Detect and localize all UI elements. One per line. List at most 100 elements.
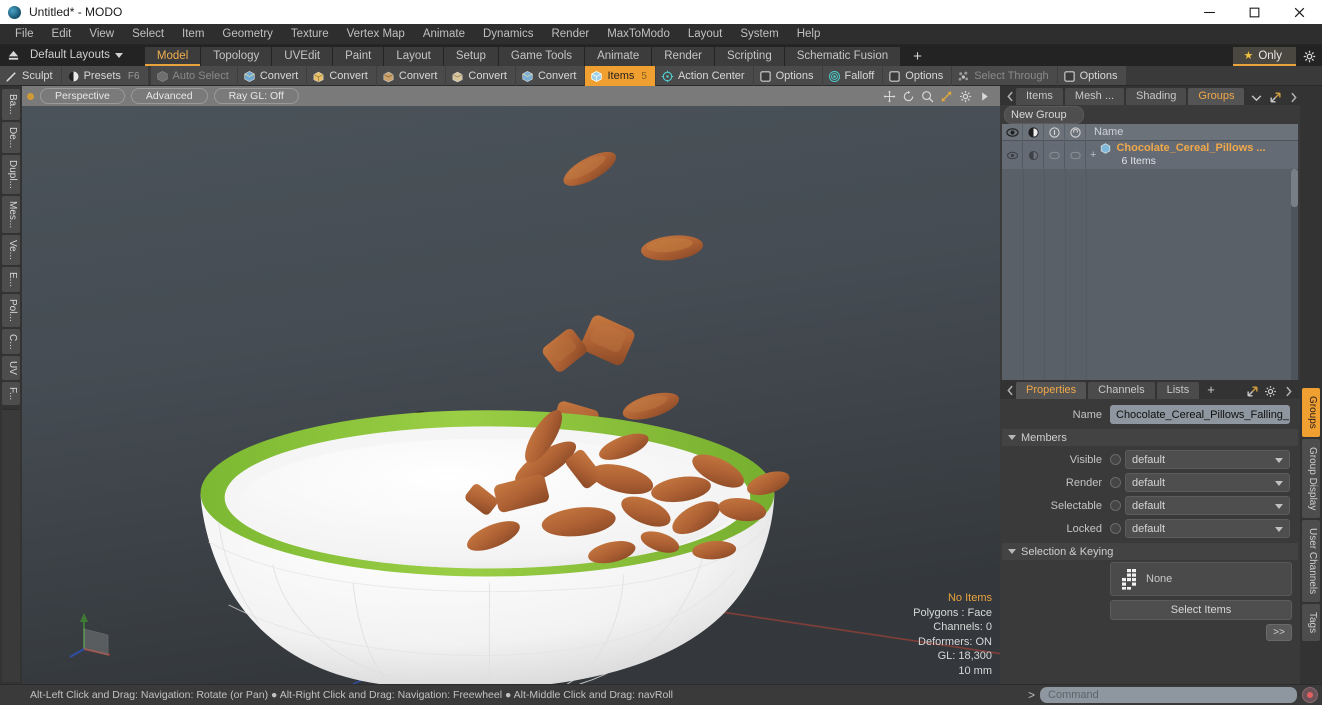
convert-button-1[interactable]: Convert: [238, 66, 308, 86]
menu-help[interactable]: Help: [788, 24, 830, 45]
convert-button-2[interactable]: Convert: [307, 66, 377, 86]
select-through-button[interactable]: Select Through: [952, 66, 1058, 86]
rotate-icon[interactable]: [902, 90, 915, 103]
menu-animate[interactable]: Animate: [414, 24, 474, 45]
items-mode-button[interactable]: Items 5: [585, 66, 656, 86]
row-info-toggle[interactable]: [1044, 141, 1065, 169]
only-toggle[interactable]: ★ Only: [1233, 47, 1296, 66]
chevron-right-icon-props[interactable]: [1282, 385, 1295, 398]
gear-icon[interactable]: [1296, 47, 1322, 66]
menu-layout[interactable]: Layout: [679, 24, 732, 45]
default-layouts-dropdown[interactable]: Default Layouts: [26, 45, 133, 66]
viewport-shading-dropdown[interactable]: Advanced: [130, 88, 208, 104]
row-render-toggle[interactable]: [1023, 141, 1044, 169]
tab-lists[interactable]: Lists: [1156, 382, 1200, 399]
right-rail-tab-groups[interactable]: Groups: [1302, 388, 1320, 437]
zoom-icon[interactable]: [921, 90, 934, 103]
tab-render[interactable]: Render: [652, 47, 714, 66]
menu-texture[interactable]: Texture: [282, 24, 338, 45]
chevron-left-icon-props[interactable]: [1004, 382, 1016, 399]
add-properties-tab-button[interactable]: +: [1201, 382, 1223, 399]
menu-vertex-map[interactable]: Vertex Map: [338, 24, 414, 45]
members-section-header[interactable]: Members: [1002, 429, 1298, 446]
render-indicator[interactable]: [1110, 477, 1121, 488]
locked-dropdown[interactable]: default: [1125, 519, 1290, 538]
menu-select[interactable]: Select: [123, 24, 173, 45]
viewport-raygl-dropdown[interactable]: Ray GL: Off: [213, 88, 299, 104]
presets-button[interactable]: Presets F6: [62, 66, 148, 86]
menu-maxtomodo[interactable]: MaxToModo: [598, 24, 679, 45]
record-icon[interactable]: [1302, 687, 1318, 703]
tab-setup[interactable]: Setup: [443, 47, 498, 66]
falloff-button[interactable]: Falloff: [823, 66, 884, 86]
expand-icon-props[interactable]: [1246, 385, 1259, 398]
options-button-3[interactable]: Options: [1058, 66, 1126, 86]
locked-indicator[interactable]: [1110, 523, 1121, 534]
tab-layout[interactable]: Layout: [384, 47, 443, 66]
column-info-icon[interactable]: [1044, 123, 1065, 141]
move-icon[interactable]: [883, 90, 896, 103]
scrollbar-thumb[interactable]: [1291, 169, 1298, 207]
right-rail-tab-tags[interactable]: Tags: [1302, 604, 1320, 642]
row-lock-toggle[interactable]: [1065, 141, 1086, 169]
tab-game-tools[interactable]: Game Tools: [498, 47, 585, 66]
menu-item[interactable]: Item: [173, 24, 213, 45]
name-input[interactable]: Chocolate_Cereal_Pillows_Falling_: [1110, 405, 1290, 424]
tab-overflow-menu[interactable]: [1246, 91, 1269, 105]
tab-schematic-fusion[interactable]: Schematic Fusion: [784, 47, 901, 66]
new-group-button[interactable]: New Group: [1004, 105, 1084, 124]
selection-keying-section-header[interactable]: Selection & Keying: [1002, 543, 1298, 560]
tab-uvedit[interactable]: UVEdit: [272, 47, 333, 66]
visible-dropdown[interactable]: default: [1125, 450, 1290, 469]
menu-geometry[interactable]: Geometry: [213, 24, 282, 45]
tab-properties[interactable]: Properties: [1016, 382, 1087, 399]
viewport-3d-scene[interactable]: No Items Polygons : Face Channels: 0 Def…: [22, 106, 1000, 684]
tab-items[interactable]: Items: [1016, 88, 1063, 105]
selection-set-box[interactable]: None: [1110, 562, 1292, 596]
menu-dynamics[interactable]: Dynamics: [474, 24, 542, 45]
convert-button-3[interactable]: Convert: [377, 66, 447, 86]
menu-view[interactable]: View: [80, 24, 123, 45]
visible-indicator[interactable]: [1110, 454, 1121, 465]
left-rail-tab-polygon[interactable]: Pol...: [2, 293, 20, 327]
home-eject-icon[interactable]: [0, 45, 26, 66]
groups-list-scrollbar[interactable]: [1291, 169, 1298, 380]
column-eye-icon[interactable]: [1002, 123, 1023, 141]
column-lock-icon[interactable]: [1065, 123, 1086, 141]
minimize-button[interactable]: [1187, 0, 1232, 24]
close-button[interactable]: [1277, 0, 1322, 24]
action-center-button[interactable]: Action Center: [656, 66, 754, 86]
tab-topology[interactable]: Topology: [201, 47, 272, 66]
convert-button-5[interactable]: Convert: [516, 66, 586, 86]
menu-system[interactable]: System: [731, 24, 787, 45]
fit-icon[interactable]: [940, 90, 953, 103]
chevron-left-icon[interactable]: [1004, 88, 1016, 105]
expand-icon[interactable]: [1269, 91, 1282, 104]
sculpt-button[interactable]: Sculpt: [0, 66, 62, 86]
selectable-indicator[interactable]: [1110, 500, 1121, 511]
tab-groups[interactable]: Groups: [1188, 88, 1245, 105]
left-rail-tab-mesh[interactable]: Mes...: [2, 195, 20, 233]
menu-edit[interactable]: Edit: [43, 24, 81, 45]
tab-scripting[interactable]: Scripting: [714, 47, 784, 66]
menu-file[interactable]: File: [6, 24, 43, 45]
command-input[interactable]: Command: [1040, 687, 1297, 703]
right-rail-tab-group-display[interactable]: Group Display: [1302, 438, 1320, 519]
options-button-2[interactable]: Options: [883, 66, 953, 86]
selectable-dropdown[interactable]: default: [1125, 496, 1290, 515]
table-row[interactable]: + Chocolate_Cereal_Pillows ... 6 Items: [1002, 141, 1298, 169]
tab-model[interactable]: Model: [144, 47, 201, 66]
expand-row-icon[interactable]: +: [1090, 149, 1096, 161]
left-rail-tab-deform[interactable]: De...: [2, 121, 20, 153]
tab-channels[interactable]: Channels: [1088, 382, 1155, 399]
viewport-menu-dot[interactable]: [27, 92, 34, 100]
auto-select-button[interactable]: Auto Select: [151, 66, 238, 86]
left-rail-tab-basic[interactable]: Ba...: [2, 89, 20, 120]
left-rail-tab-edge[interactable]: E...: [2, 266, 20, 292]
column-render-icon[interactable]: [1023, 123, 1044, 141]
select-items-button[interactable]: Select Items: [1110, 600, 1292, 620]
left-rail-tab-fur[interactable]: F...: [2, 382, 20, 406]
left-rail-tab-vertex[interactable]: Ve...: [2, 234, 20, 265]
left-rail-tab-curve[interactable]: C...: [2, 328, 20, 355]
left-rail-tab-uv[interactable]: UV: [2, 356, 20, 381]
